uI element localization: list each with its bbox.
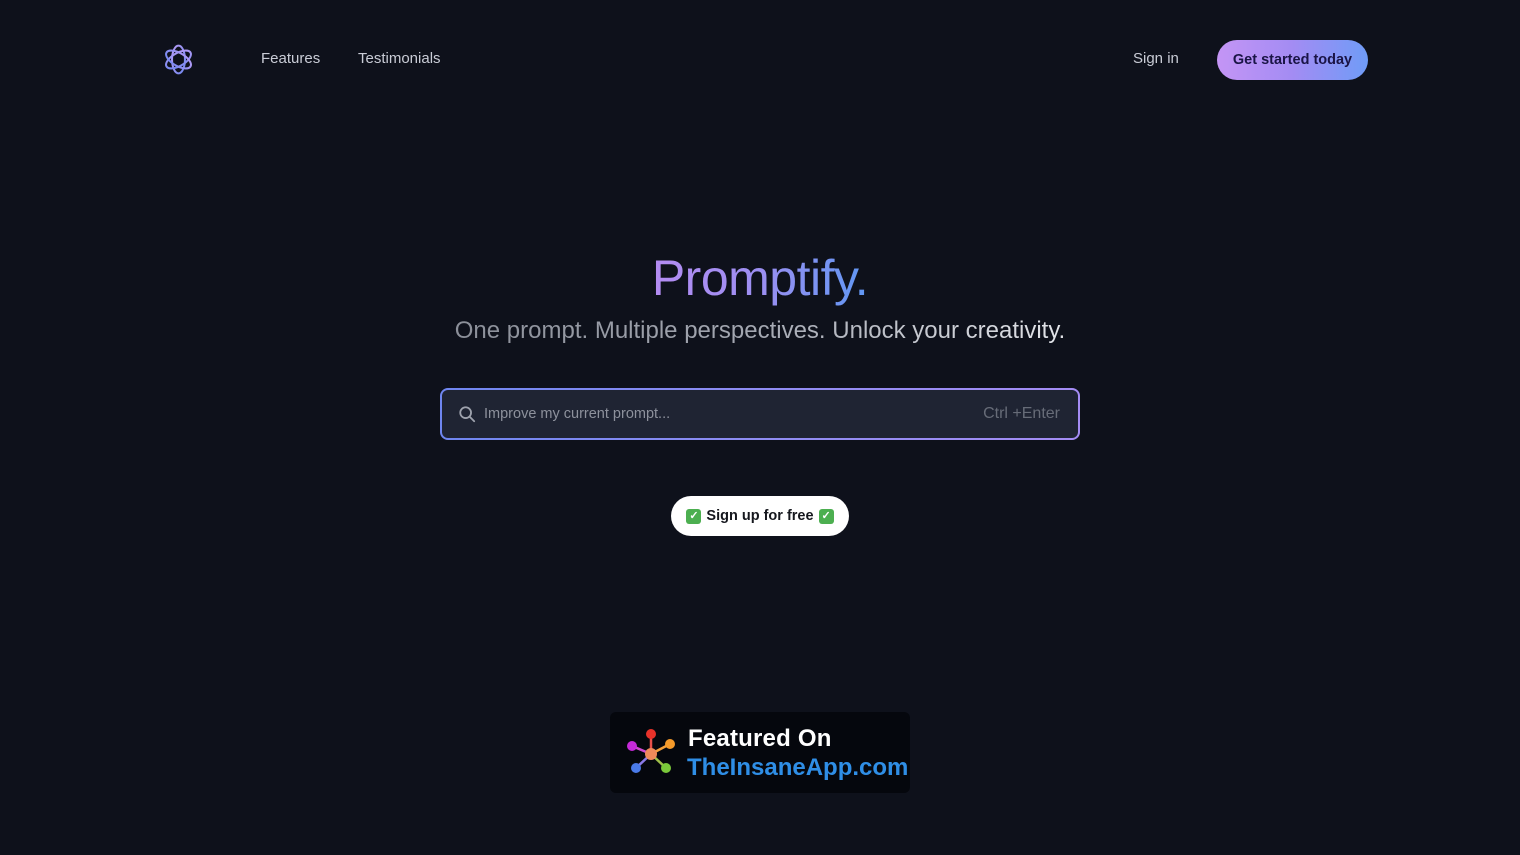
prompt-search-box: Ctrl +Enter — [440, 388, 1080, 440]
hero-title: Promptify. — [0, 248, 1520, 308]
badge-featured-on-text: Featured On — [688, 725, 832, 752]
get-started-button[interactable]: Get started today — [1217, 40, 1368, 80]
hero-title-text: Promptify. — [651, 250, 869, 306]
check-mark-icon: ✓ — [818, 508, 834, 524]
nav-link-testimonials[interactable]: Testimonials — [358, 50, 441, 67]
badge-site-name: TheInsaneApp.com — [687, 754, 909, 781]
sign-up-free-button[interactable]: ✓ Sign up for free ✓ — [671, 496, 849, 536]
hero-subtitle-text: One prompt. Multiple perspectives. Unloc… — [454, 317, 1066, 344]
featured-on-badge[interactable]: Featured On TheInsaneApp.com — [610, 712, 910, 793]
nav-link-features[interactable]: Features — [261, 50, 320, 67]
top-navigation: Features Testimonials Sign in Get starte… — [0, 0, 1520, 120]
sign-up-label: Sign up for free — [706, 508, 814, 524]
check-mark-icon: ✓ — [686, 508, 702, 524]
search-icon — [459, 406, 476, 423]
hero-subtitle: One prompt. Multiple perspectives. Unloc… — [0, 316, 1520, 346]
keyboard-shortcut-hint: Ctrl +Enter — [983, 405, 1060, 422]
logo-icon[interactable] — [160, 41, 197, 78]
network-hub-icon — [627, 729, 675, 773]
prompt-input[interactable] — [484, 390, 964, 438]
prompt-search-inner: Ctrl +Enter — [442, 390, 1078, 438]
sign-in-link[interactable]: Sign in — [1133, 50, 1179, 67]
